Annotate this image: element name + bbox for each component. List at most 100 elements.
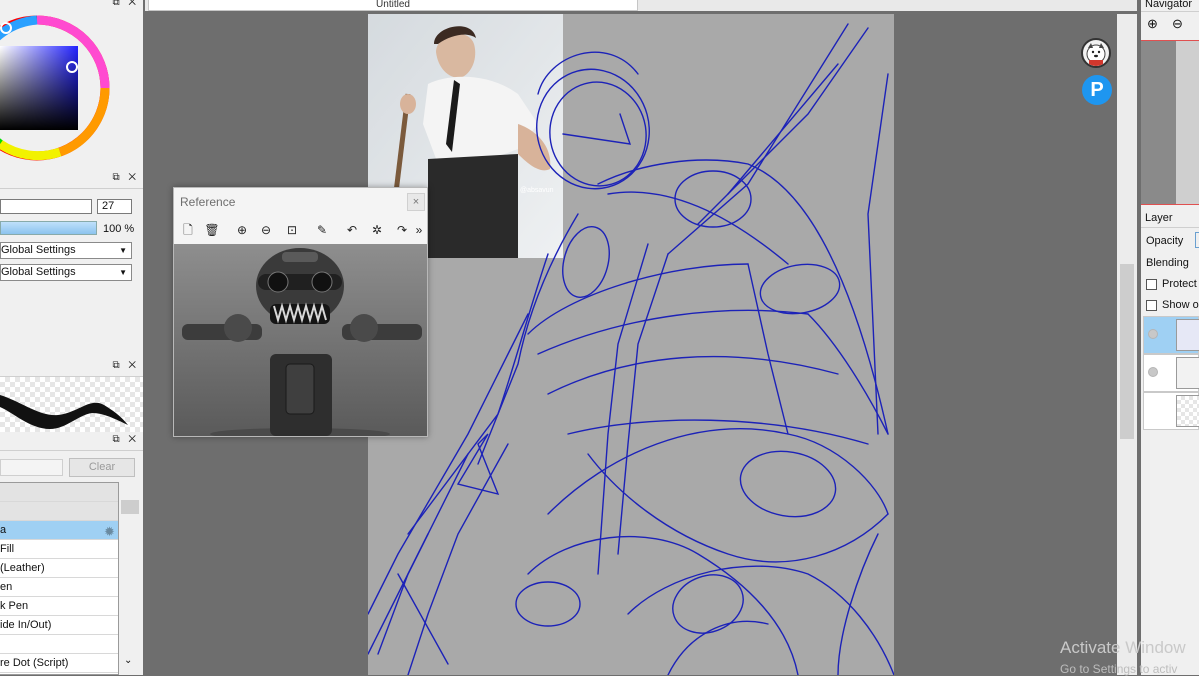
zoom-out-icon[interactable]: ⊖ <box>256 220 276 240</box>
layer-thumbnail <box>1176 395 1199 427</box>
layer-row-selected[interactable] <box>1143 316 1199 354</box>
visibility-icon[interactable] <box>1148 329 1158 339</box>
windows-activation-subtext: Go to Settings to activ <box>1060 662 1178 676</box>
brush-group-row[interactable] <box>0 502 118 521</box>
panel-float-close-icons[interactable]: ⧉ ✕ <box>112 172 139 183</box>
canvas-vertical-scrollbar[interactable] <box>1117 14 1137 675</box>
zoom-out-icon[interactable]: ⊖ <box>1172 16 1183 32</box>
blend-mode-combo-2[interactable]: Global Settings ▼ <box>0 264 132 281</box>
sketch-stroke <box>867 73 889 435</box>
document-tab[interactable]: Untitled <box>148 0 638 11</box>
sketch-stroke <box>477 213 579 465</box>
sketch-stroke <box>527 535 799 675</box>
chevron-down-icon: ▼ <box>119 246 127 255</box>
size-value-input[interactable]: 27 <box>97 199 132 214</box>
zoom-in-icon[interactable]: ⊕ <box>232 220 252 240</box>
sketch-knee <box>515 581 581 627</box>
avatar-dog-icon[interactable] <box>1081 38 1111 68</box>
reference-close-button[interactable]: × <box>407 193 425 211</box>
size-slider-field[interactable] <box>0 199 92 214</box>
brush-preview-panel: ⧉ ✕ <box>0 358 143 432</box>
navigator-header: Navigator <box>1141 0 1199 12</box>
stroke-preview-curve <box>0 395 128 429</box>
reference-window-title: Reference <box>180 195 236 209</box>
layer-title: Layer <box>1145 212 1173 224</box>
zoom-in-icon[interactable]: ⊕ <box>1147 16 1158 32</box>
sketch-knee <box>739 450 837 518</box>
rotate-right-icon[interactable]: ↷ <box>392 220 412 240</box>
chevron-down-icon[interactable]: ⌄ <box>124 655 132 666</box>
trash-icon[interactable]: 🗑 <box>202 220 222 240</box>
layer-row[interactable] <box>1143 392 1199 430</box>
sketch-stroke <box>537 51 639 95</box>
panel-float-close-icons[interactable]: ⧉ ✕ <box>112 360 139 371</box>
brush-search-input[interactable] <box>0 459 63 476</box>
sketch-stroke <box>407 443 509 675</box>
rotate-left-icon[interactable]: ↶ <box>342 220 362 240</box>
sketch-stroke <box>527 263 749 335</box>
zoom-fit-icon[interactable]: ⊡ <box>282 220 302 240</box>
layer-thumbnail <box>1176 357 1199 389</box>
density-fill <box>1 222 96 234</box>
eyedropper-icon[interactable]: ✎ <box>312 220 332 240</box>
drawing-canvas[interactable]: @absavun <box>368 14 894 675</box>
brush-list: a Fill (Leather) en k Pen ide In/Out) re… <box>0 482 119 675</box>
density-value: 100 % <box>103 223 135 235</box>
blend-mode-combo-1[interactable]: Global Settings ▼ <box>0 242 132 259</box>
sketch-stroke <box>597 243 649 575</box>
tool-settings-panel: ⧉ ✕ 27 100 % Global Settings ▼ Global Se… <box>0 170 143 358</box>
brush-item[interactable]: ide In/Out) <box>0 616 118 635</box>
rotate-reset-icon[interactable]: ✲ <box>367 220 387 240</box>
brush-item-selected[interactable]: a <box>0 521 118 540</box>
sketch-stroke <box>368 533 429 655</box>
sketch-stroke <box>407 253 549 535</box>
clear-button[interactable]: Clear <box>69 458 135 477</box>
sketch-shoulder <box>674 170 752 228</box>
protect-alpha-checkbox[interactable] <box>1146 279 1157 290</box>
show-label: Show or <box>1162 299 1199 311</box>
brush-preview-header: ⧉ ✕ <box>0 358 143 377</box>
tool-settings-header: ⧉ ✕ <box>0 170 143 189</box>
sketch-stroke <box>377 453 469 655</box>
reference-window[interactable]: Reference × 🗋 🗑 ⊕ ⊖ ⊡ ✎ ↶ ✲ ↷ » <box>173 187 428 437</box>
sketch-shoulder <box>562 226 610 298</box>
layer-thumbnail <box>1176 319 1199 351</box>
brush-item[interactable]: Fill <box>0 540 118 559</box>
reference-toolbar: 🗋 🗑 ⊕ ⊖ ⊡ ✎ ↶ ✲ ↷ » <box>174 220 427 240</box>
sketch-stroke <box>837 533 879 675</box>
brush-list-scrollbar[interactable]: ⌄ <box>119 482 143 675</box>
pixiv-icon[interactable]: P <box>1082 75 1112 105</box>
navigator-title: Navigator <box>1145 0 1193 10</box>
show-checkbox[interactable] <box>1146 300 1157 311</box>
reference-image[interactable] <box>174 244 427 436</box>
sketch-stroke <box>547 428 889 515</box>
color-wheel[interactable] <box>0 0 143 170</box>
sketch-stroke <box>537 309 809 355</box>
sketch-stroke <box>807 313 889 435</box>
brush-item[interactable]: k Pen <box>0 597 118 616</box>
new-document-icon[interactable]: 🗋 <box>178 220 198 240</box>
density-slider[interactable] <box>0 221 97 235</box>
pixiv-p-glyph: P <box>1090 79 1104 101</box>
stroke-preview <box>0 377 143 432</box>
brush-list-scroll-thumb[interactable] <box>121 500 139 514</box>
navigator-preview[interactable] <box>1141 40 1199 205</box>
gear-icon[interactable]: ✹ <box>104 524 115 540</box>
canvas-scroll-thumb[interactable] <box>1120 264 1134 439</box>
blend-mode-combo-1-label: Global Settings <box>1 244 76 256</box>
brush-item[interactable]: en <box>0 578 118 597</box>
brush-item[interactable]: (Leather) <box>0 559 118 578</box>
sketch-stroke <box>567 419 869 445</box>
panel-float-close-icons[interactable]: ⧉ ✕ <box>112 434 139 445</box>
layer-row[interactable] <box>1143 354 1199 392</box>
brush-item-label: a <box>0 524 7 536</box>
opacity-slider[interactable] <box>1195 232 1199 248</box>
more-tools-icon[interactable]: » <box>412 220 426 240</box>
close-icon: × <box>412 196 420 208</box>
brush-item[interactable]: re Dot (Script) <box>0 654 118 673</box>
brush-group-row[interactable] <box>0 483 118 502</box>
visibility-icon[interactable] <box>1148 367 1158 377</box>
sketch-stroke <box>587 453 889 563</box>
clear-button-label: Clear <box>88 461 116 473</box>
brush-item[interactable] <box>0 635 118 654</box>
